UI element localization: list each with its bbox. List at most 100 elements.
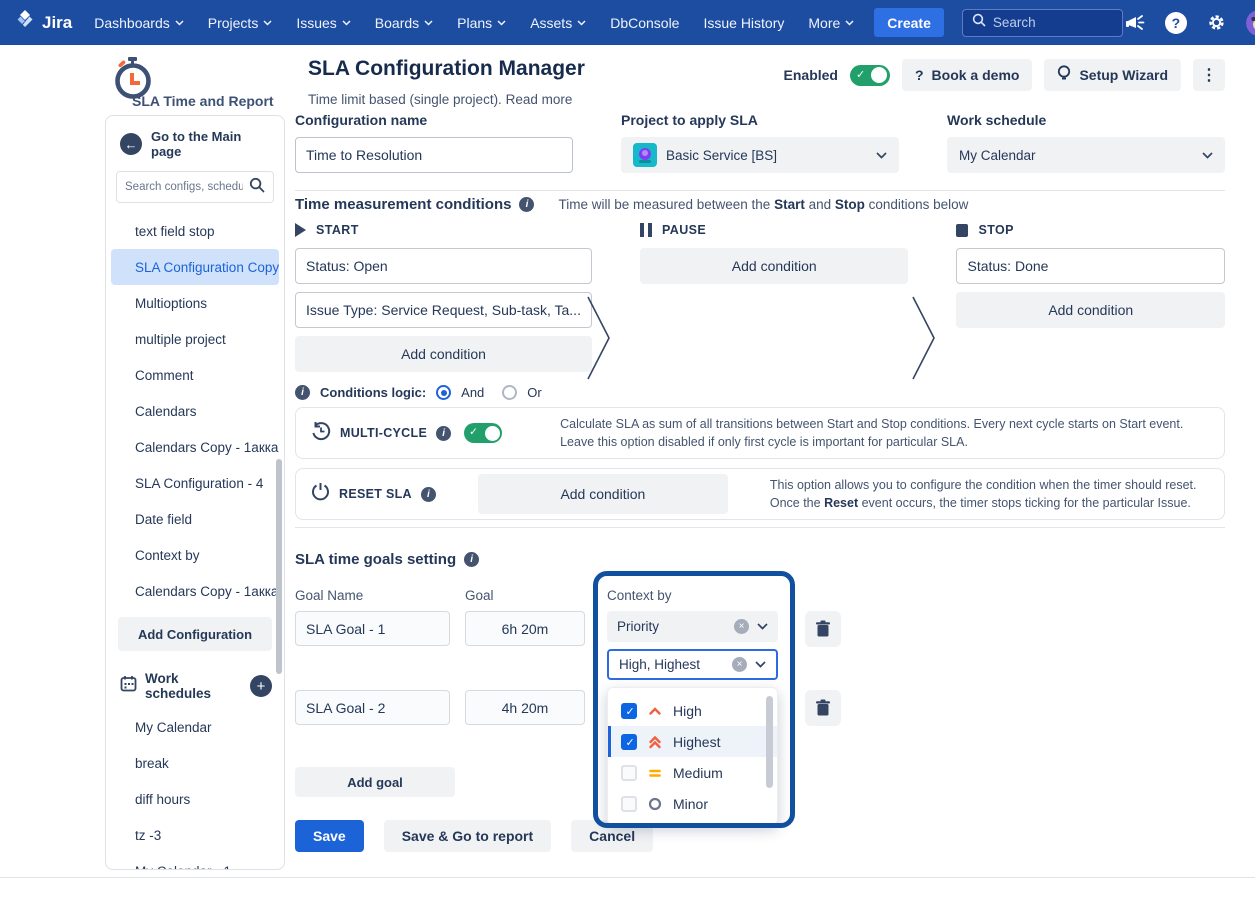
schedule-item[interactable]: diff hours [111, 781, 279, 817]
nav-item-issues[interactable]: Issues [296, 15, 350, 31]
logic-or-radio[interactable] [502, 385, 517, 400]
enabled-toggle[interactable]: ✓ [850, 65, 890, 86]
project-select[interactable]: Basic Service [BS] [621, 137, 899, 173]
checkbox-checked[interactable] [621, 734, 637, 750]
schedule-item[interactable]: My Calendar - 1 [111, 853, 279, 870]
save-go-report-button[interactable]: Save & Go to report [384, 820, 551, 852]
pause-column: PAUSE Add condition [640, 219, 909, 380]
sidebar-search-input[interactable] [125, 181, 243, 193]
go-to-main-page-button[interactable]: ← Go to the Main page [106, 116, 284, 169]
read-more-link[interactable]: Read more [506, 92, 573, 107]
schedule-item[interactable]: break [111, 745, 279, 781]
checkbox-unchecked[interactable] [621, 765, 637, 781]
nav-search-input[interactable] [993, 15, 1113, 30]
priority-highest-icon [647, 734, 663, 750]
context-values-select[interactable]: High, Highest × [607, 649, 778, 680]
top-navbar: Jira Dashboards Projects Issues Boards P… [0, 0, 1255, 45]
settings-gear-icon[interactable] [1205, 11, 1229, 35]
stop-add-condition-button[interactable]: Add condition [956, 292, 1225, 328]
chevron-down-icon [755, 661, 766, 668]
nav-item-dbconsole[interactable]: DbConsole [610, 15, 679, 31]
start-condition[interactable]: Issue Type: Service Request, Sub-task, T… [295, 292, 592, 328]
chevron-down-icon [757, 623, 768, 630]
more-options-kebab-button[interactable]: ⋮ [1193, 59, 1225, 91]
nav-item-plans[interactable]: Plans [457, 15, 506, 31]
config-list-scrollbar[interactable] [276, 459, 282, 674]
lightbulb-icon [1057, 65, 1071, 85]
option-highest[interactable]: Highest [608, 726, 777, 757]
info-icon[interactable]: i [464, 552, 479, 567]
setup-wizard-button[interactable]: Setup Wizard [1044, 59, 1181, 91]
stop-condition[interactable]: Status: Done [956, 248, 1225, 284]
nav-item-boards[interactable]: Boards [375, 15, 433, 31]
schedule-item[interactable]: tz -3 [111, 817, 279, 853]
info-icon[interactable]: i [436, 426, 451, 441]
option-minor[interactable]: Minor [608, 788, 777, 819]
nav-item-more[interactable]: More [808, 15, 854, 31]
config-item-selected[interactable]: SLA Configuration Copy ... [111, 249, 279, 285]
dropdown-scrollbar[interactable] [766, 696, 773, 788]
config-item[interactable]: Comment [111, 357, 279, 393]
clear-icon[interactable]: × [734, 619, 749, 634]
book-demo-button[interactable]: ?Book a demo [902, 59, 1032, 91]
schedule-item[interactable]: My Calendar [111, 709, 279, 745]
config-item[interactable]: SLA Configuration - 4 [111, 465, 279, 501]
announcements-icon[interactable] [1123, 11, 1147, 35]
config-name-input[interactable] [295, 137, 573, 173]
nav-item-issue-history[interactable]: Issue History [703, 15, 784, 31]
work-schedule-label: Work schedule [947, 112, 1225, 128]
pause-icon [640, 223, 652, 237]
nav-item-assets[interactable]: Assets [530, 15, 586, 31]
goal-name-input-1[interactable] [295, 611, 450, 646]
goal-value-input-1[interactable] [465, 611, 585, 646]
config-item[interactable]: Date field [111, 501, 279, 537]
option-medium[interactable]: Medium [608, 757, 777, 788]
config-item[interactable]: Multioptions [111, 285, 279, 321]
info-icon[interactable]: i [519, 197, 534, 212]
start-condition[interactable]: Status: Open [295, 248, 592, 284]
user-avatar[interactable] [1246, 10, 1255, 36]
nav-item-dashboards[interactable]: Dashboards [94, 15, 184, 31]
app-title: SLA Time and Report [132, 93, 274, 109]
main-content: SLA Configuration Manager Time limit bas… [295, 55, 1225, 877]
checkbox-checked[interactable] [621, 703, 637, 719]
work-schedule-select[interactable]: My Calendar [947, 137, 1225, 173]
checkbox-unchecked[interactable] [621, 796, 637, 812]
delete-goal-button-2[interactable] [805, 690, 841, 726]
app-logo: SLA Time and Report [112, 56, 292, 112]
config-item[interactable]: Calendars [111, 393, 279, 429]
reset-add-condition-button[interactable]: Add condition [478, 474, 728, 514]
info-icon[interactable]: i [295, 385, 310, 400]
info-icon[interactable]: i [421, 487, 436, 502]
add-goal-button[interactable]: Add goal [295, 767, 455, 797]
start-add-condition-button[interactable]: Add condition [295, 336, 592, 372]
config-item[interactable]: multiple project [111, 321, 279, 357]
config-item[interactable]: Context by [111, 537, 279, 573]
multi-cycle-toggle[interactable]: ✓ [464, 423, 502, 443]
pause-add-condition-button[interactable]: Add condition [640, 248, 909, 284]
save-button[interactable]: Save [295, 820, 364, 852]
jira-logo[interactable]: Jira [14, 9, 72, 36]
logic-and-radio[interactable] [436, 385, 451, 400]
goals-section-title: SLA time goals settingi [295, 551, 479, 568]
page-subtitle: Time limit based (single project). Read … [308, 92, 572, 107]
config-item[interactable]: Calendars Copy - 1акка ... [111, 573, 279, 609]
clear-icon[interactable]: × [732, 657, 747, 672]
config-item[interactable]: text field stop [111, 213, 279, 249]
conditions-section-title: Time measurement conditionsi [295, 196, 534, 213]
nav-search[interactable] [962, 9, 1123, 37]
context-field-select[interactable]: Priority × [607, 611, 778, 642]
add-schedule-button[interactable]: + [250, 675, 272, 697]
option-high[interactable]: High [608, 695, 777, 726]
create-button[interactable]: Create [874, 8, 944, 37]
nav-item-projects[interactable]: Projects [208, 15, 273, 31]
sidebar-search[interactable] [116, 171, 274, 203]
add-configuration-button[interactable]: Add Configuration [118, 617, 272, 651]
delete-goal-button-1[interactable] [805, 611, 841, 647]
goal-name-input-2[interactable] [295, 690, 450, 725]
help-icon[interactable]: ? [1164, 11, 1188, 35]
config-item[interactable]: Calendars Copy - 1акка [111, 429, 279, 465]
goal-value-input-2[interactable] [465, 690, 585, 725]
calendar-icon [120, 675, 137, 697]
reset-sla-description: This option allows you to configure the … [770, 476, 1197, 512]
